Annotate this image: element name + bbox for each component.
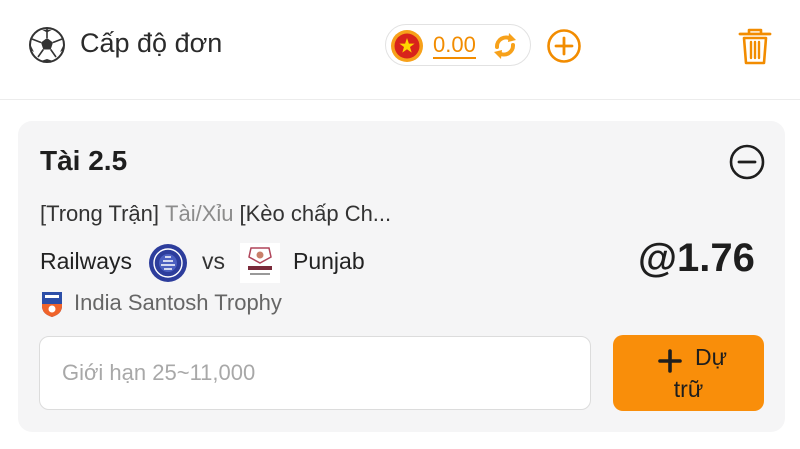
stake-amount-input[interactable]	[39, 336, 591, 410]
home-team-name: Railways	[40, 248, 133, 274]
page-title: Cấp độ đơn	[80, 28, 223, 58]
balance-pill: 0.00	[385, 24, 531, 66]
balance-value[interactable]: 0.00	[433, 33, 476, 59]
match-teams: Railways vs Punjab	[40, 243, 600, 283]
league-logo-icon	[42, 292, 62, 317]
league-name: India Santosh Trophy	[74, 290, 282, 315]
railways-logo-icon	[149, 244, 187, 282]
minus-circle-icon[interactable]	[729, 144, 765, 180]
punjab-logo-icon	[240, 243, 280, 283]
reserve-button-label-line1: Dự	[695, 344, 728, 370]
reserve-button-label-line2: trữ	[673, 376, 704, 402]
market-phase: [Trong Trận]	[40, 201, 160, 226]
add-circle-icon[interactable]	[546, 28, 582, 64]
bet-slip-header: Cấp độ đơn 0.00	[0, 0, 800, 100]
reserve-button[interactable]: Dự trữ	[613, 335, 764, 411]
market-info: [Trong Trận] Tài/Xỉu [Kèo chấp Ch...	[40, 201, 391, 227]
market-detail: [Kèo chấp Ch...	[239, 201, 392, 226]
bet-card: Tài 2.5 [Trong Trận] Tài/Xỉu [Kèo chấp Ch.…	[18, 121, 785, 432]
refresh-icon[interactable]	[489, 30, 521, 62]
market-type: Tài/Xỉu	[165, 201, 234, 226]
bet-selection-title: Tài 2.5	[40, 145, 128, 176]
vs-label: vs	[202, 248, 225, 274]
trash-icon[interactable]	[737, 26, 773, 66]
odds-value: @1.76	[638, 236, 755, 280]
vietnam-flag-icon	[391, 30, 423, 62]
soccer-ball-icon	[29, 27, 65, 63]
away-team-name: Punjab	[293, 248, 365, 274]
plus-icon	[658, 349, 682, 373]
league-info: India Santosh Trophy	[40, 288, 440, 320]
